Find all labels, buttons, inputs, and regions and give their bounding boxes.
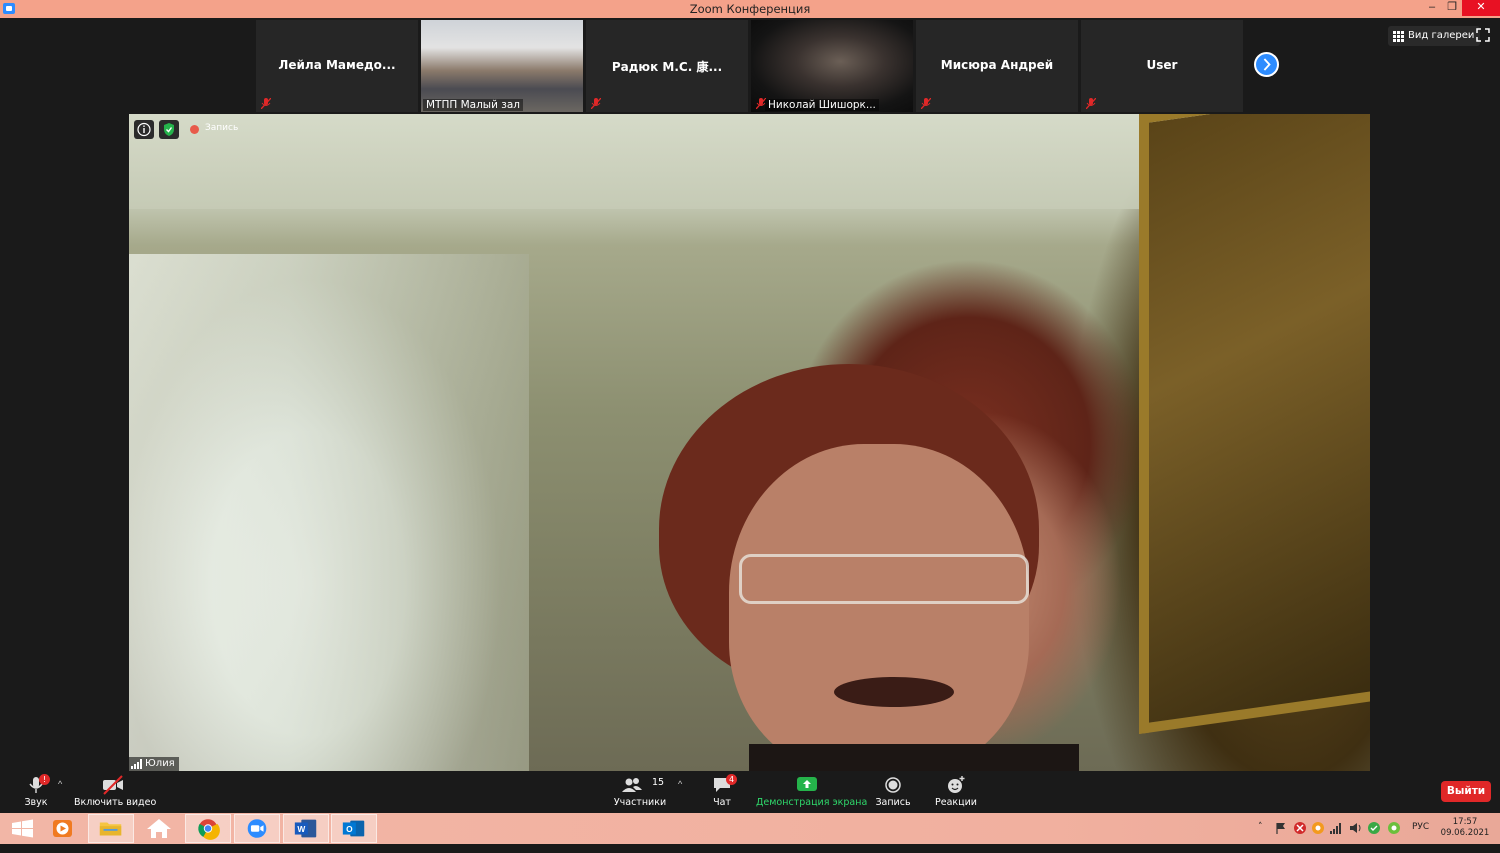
file-explorer-icon[interactable] <box>88 814 134 843</box>
word-icon[interactable]: W <box>283 814 329 843</box>
participant-tile[interactable]: Лейла Мамедо... <box>256 20 418 112</box>
audio-button[interactable]: ! Звук <box>16 771 56 813</box>
clock-date: 09.06.2021 <box>1440 828 1490 838</box>
participant-tile[interactable]: Мисюра Андрей <box>916 20 1078 112</box>
active-speaker-video <box>129 114 1370 771</box>
chevron-right-icon[interactable] <box>1254 52 1279 77</box>
share-screen-button[interactable]: Демонстрация экрана <box>756 771 868 813</box>
recording-label: Запись <box>205 123 239 133</box>
participants-label: Участники <box>613 797 667 808</box>
svg-text:W: W <box>297 824 305 834</box>
participant-name: Радюк М.С. 康... <box>611 60 723 74</box>
participant-tile[interactable]: Радюк М.С. 康... <box>586 20 748 112</box>
close-button[interactable]: ✕ <box>1462 0 1500 16</box>
fullscreen-icon[interactable] <box>1476 28 1490 42</box>
meeting-toolbar: ! Звук ^ Включить видео 15 Участники ^ 4… <box>0 771 1500 813</box>
record-icon <box>885 777 901 793</box>
speaker-mouth <box>834 677 954 707</box>
chrome-icon[interactable] <box>185 814 231 843</box>
window-title: Zoom Конференция <box>689 2 811 16</box>
chat-button[interactable]: 4 Чат <box>702 771 742 813</box>
video-off-icon <box>103 775 123 795</box>
windows-taskbar: W O ˄ РУС 17:57 09.06.2021 <box>0 813 1500 844</box>
recording-dot-icon <box>190 125 199 134</box>
speaker-glasses <box>739 554 1029 604</box>
participants-button[interactable]: 15 Участники <box>612 771 668 813</box>
flag-icon[interactable] <box>1274 821 1288 835</box>
security-icon[interactable] <box>1367 821 1381 835</box>
mic-muted-icon <box>591 98 601 109</box>
grid-icon <box>1393 31 1404 42</box>
reactions-label: Реакции <box>935 797 977 808</box>
volume-icon[interactable] <box>1349 821 1363 835</box>
participant-tile-video[interactable]: Николай Шишорк... <box>751 20 913 112</box>
audio-alert-badge: ! <box>39 774 50 785</box>
mic-muted-icon <box>921 98 931 109</box>
participant-name: МТПП Малый зал <box>423 99 523 111</box>
participant-name: Мисюра Андрей <box>940 58 1054 72</box>
gallery-view-label: Вид галереи <box>1408 30 1475 41</box>
taskbar-clock[interactable]: 17:57 09.06.2021 <box>1438 817 1492 839</box>
speaker-face <box>729 444 1029 771</box>
reactions-button[interactable]: Реакции <box>932 771 980 813</box>
signal-icon <box>131 759 142 769</box>
video-label: Включить видео <box>74 797 157 808</box>
gallery-strip: Лейла Мамедо... МТПП Малый зал Радюк М.С… <box>0 18 1500 114</box>
participant-name: Николай Шишорк... <box>765 99 879 111</box>
network-icon[interactable] <box>1329 821 1343 835</box>
gallery-view-button[interactable]: Вид галереи <box>1388 26 1481 46</box>
share-screen-icon <box>797 777 817 791</box>
outlook-icon[interactable]: O <box>331 814 377 843</box>
video-painting <box>1139 114 1370 735</box>
window-titlebar: Zoom Конференция – ❐ ✕ <box>0 0 1500 18</box>
antivirus-icon[interactable] <box>1293 821 1307 835</box>
speaker-body <box>749 744 1079 771</box>
info-icon[interactable] <box>134 120 154 139</box>
participants-icon <box>622 778 642 792</box>
participants-options-caret[interactable]: ^ <box>678 779 682 789</box>
reactions-icon <box>948 776 965 793</box>
participant-tile-video[interactable]: МТПП Малый зал <box>421 20 583 112</box>
clock-time: 17:57 <box>1452 817 1478 827</box>
audio-label: Звук <box>24 797 48 808</box>
speaker-name: Юлия <box>145 758 175 769</box>
participant-name: Лейла Мамедо... <box>278 58 396 72</box>
audio-options-caret[interactable]: ^ <box>58 779 62 789</box>
record-button[interactable]: Запись <box>872 771 914 813</box>
messenger-icon[interactable] <box>1311 821 1325 835</box>
participant-tile[interactable]: User <box>1081 20 1243 112</box>
update-icon[interactable] <box>1387 821 1401 835</box>
video-window <box>129 254 529 771</box>
shield-icon[interactable] <box>159 120 179 139</box>
record-label: Запись <box>875 797 911 808</box>
mic-muted-icon <box>1086 98 1096 109</box>
speaker-name-label: Юлия <box>129 757 179 771</box>
leave-meeting-button[interactable]: Выйти <box>1441 781 1491 802</box>
participants-count: 15 <box>652 777 665 788</box>
chat-badge: 4 <box>726 774 737 785</box>
start-video-button[interactable]: Включить видео <box>74 771 157 813</box>
tray-overflow-caret[interactable]: ˄ <box>1258 822 1263 853</box>
home-icon[interactable] <box>136 814 182 843</box>
svg-text:O: O <box>346 824 353 834</box>
zoom-icon[interactable] <box>234 814 280 843</box>
mic-muted-icon <box>261 98 271 109</box>
share-screen-label: Демонстрация экрана <box>756 797 868 808</box>
keyboard-language[interactable]: РУС <box>1412 822 1429 853</box>
participant-name: User <box>1146 58 1178 72</box>
media-player-icon[interactable] <box>40 814 86 843</box>
chat-label: Чат <box>713 797 731 808</box>
